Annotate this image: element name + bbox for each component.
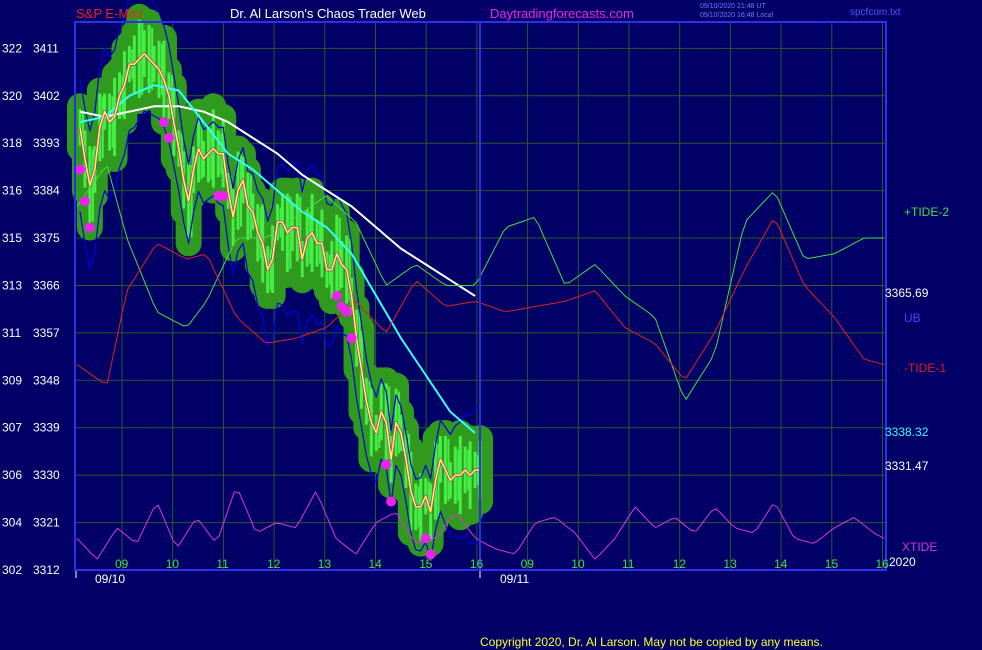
date-label-1: 09/10 [95, 572, 125, 586]
y-tick-price-4: 3375 [33, 231, 60, 245]
x-tick-11: 12 [673, 557, 687, 571]
y-tick-left-2: 318 [2, 136, 22, 150]
signal-dot [84, 222, 95, 233]
instrument-title: S&P E-Mini [76, 6, 142, 21]
label-tide1: -TIDE-1 [904, 361, 946, 375]
y-tick-price-5: 3366 [33, 278, 60, 292]
y-tick-price-9: 3330 [33, 468, 60, 482]
x-tick-7: 16 [470, 557, 484, 571]
y-tick-price-6: 3357 [33, 326, 60, 340]
y-tick-left-0: 322 [2, 41, 22, 55]
y-tick-left-9: 306 [2, 468, 22, 482]
signal-dot [79, 196, 90, 207]
signal-dot [158, 117, 169, 128]
signal-dot [420, 533, 431, 544]
y-tick-left-6: 311 [2, 326, 21, 340]
y-tick-left-7: 309 [2, 373, 22, 387]
x-tick-5: 14 [369, 557, 383, 571]
x-tick-6: 15 [419, 557, 433, 571]
timestamp-local: 09/10/2020 16:48 Local [700, 12, 774, 19]
y-tick-left-10: 304 [2, 516, 22, 530]
y-tick-price-8: 3339 [33, 421, 60, 435]
signal-dot [346, 333, 357, 344]
year-label: 2020 [889, 555, 916, 569]
y-tick-left-8: 307 [2, 421, 22, 435]
copyright: Copyright 2020, Dr. Al Larson. May not b… [480, 635, 823, 649]
price-chart: 322 3411 320 3402 318 3393 316 3384 315 3375 313 33… [0, 0, 982, 650]
y-tick-left-4: 315 [2, 231, 22, 245]
x-tick-1: 10 [166, 557, 180, 571]
x-tick-15: 16 [876, 557, 890, 571]
y-tick-left-1: 320 [2, 89, 22, 103]
y-tick-left-3: 316 [2, 184, 22, 198]
y-tick-left-5: 313 [2, 278, 22, 292]
timestamp-ut: 09/10/2020 21:48 UT [700, 3, 766, 10]
data-file-name: spcfcom.txt [850, 7, 901, 18]
label-close-value: 3365.69 [885, 286, 929, 300]
signal-dot [386, 496, 397, 507]
label-xtide: XTIDE [902, 540, 937, 554]
label-cyan-value: 3338.32 [885, 425, 929, 439]
x-tick-12: 13 [723, 557, 737, 571]
x-tick-13: 14 [774, 557, 788, 571]
x-tick-4: 13 [318, 557, 332, 571]
x-tick-0: 09 [115, 557, 129, 571]
signal-dot [331, 291, 342, 301]
site-title: Dr. Al Larson's Chaos Trader Web [230, 6, 426, 21]
signal-dot [341, 306, 352, 317]
signal-dot [75, 164, 85, 175]
y-tick-price-7: 3348 [33, 373, 60, 387]
y-tick-price-1: 3402 [33, 89, 60, 103]
x-tick-10: 11 [622, 557, 635, 571]
y-tick-price-10: 3321 [33, 516, 60, 530]
x-tick-9: 10 [571, 557, 585, 571]
date-label-2: 09/11 [500, 572, 529, 586]
x-tick-3: 12 [267, 557, 281, 571]
y-tick-price-0: 3411 [33, 41, 59, 55]
signal-dot [163, 132, 174, 143]
label-tide2: +TIDE-2 [904, 205, 949, 219]
y-tick-left-11: 302 [2, 563, 22, 577]
x-tick-2: 11 [216, 557, 229, 571]
label-last-value: 3331.47 [885, 459, 929, 473]
y-tick-price-3: 3384 [33, 184, 60, 198]
site-domain: Daytradingforecasts.com [490, 6, 634, 21]
x-tick-14: 15 [825, 557, 839, 571]
y-tick-price-11: 3312 [33, 563, 60, 577]
signal-dot [218, 190, 229, 201]
label-ub: UB [904, 311, 921, 325]
x-tick-8: 09 [521, 557, 535, 571]
signal-dot [381, 459, 392, 470]
y-tick-price-2: 3393 [33, 136, 60, 150]
